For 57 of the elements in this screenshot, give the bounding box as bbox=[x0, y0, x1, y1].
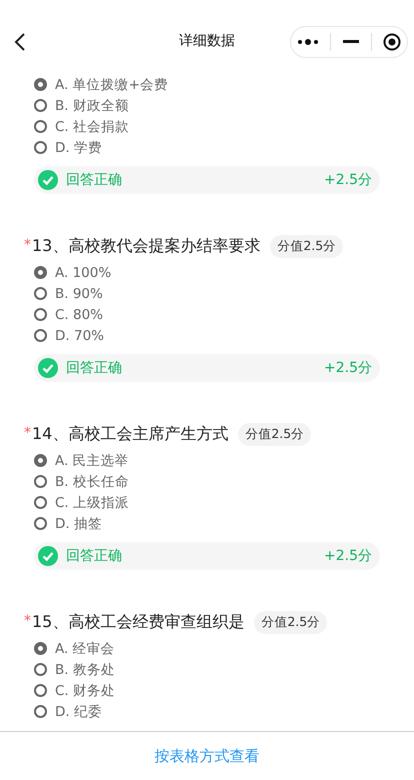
option-label: A. 民主选举 bbox=[55, 452, 129, 470]
radio-button[interactable] bbox=[34, 266, 47, 279]
option-label: D. 70% bbox=[55, 328, 104, 344]
result-points: +2.5分 bbox=[324, 547, 372, 565]
option-label: C. 上级指派 bbox=[55, 494, 130, 512]
option-label: D. 学费 bbox=[55, 138, 102, 156]
score-badge: 分值2.5分 bbox=[238, 422, 312, 446]
question-title: 15、高校工会经费审查组织是 bbox=[32, 612, 244, 632]
radio-button[interactable] bbox=[34, 141, 47, 154]
option-label: A. 100% bbox=[55, 264, 112, 280]
check-icon bbox=[38, 170, 58, 190]
minimize-icon[interactable] bbox=[342, 40, 359, 44]
option-label: C. 80% bbox=[55, 306, 104, 322]
radio-button[interactable] bbox=[34, 78, 47, 91]
radio-button[interactable] bbox=[34, 475, 47, 488]
required-mark: * bbox=[24, 613, 31, 629]
option-label: B. 90% bbox=[55, 286, 103, 302]
page-title: 详细数据 bbox=[179, 32, 235, 50]
capsule-menu[interactable] bbox=[290, 26, 408, 58]
radio-button[interactable] bbox=[34, 684, 47, 697]
radio-button[interactable] bbox=[34, 705, 47, 718]
required-mark: * bbox=[24, 425, 31, 441]
score-badge: 分值2.5分 bbox=[254, 610, 328, 634]
more-icon[interactable] bbox=[296, 38, 319, 46]
radio-button[interactable] bbox=[34, 642, 47, 655]
radio-button[interactable] bbox=[34, 99, 47, 112]
option-label: B. 财政全额 bbox=[55, 96, 129, 114]
result-text: 回答正确 bbox=[66, 547, 123, 565]
result-points: +2.5分 bbox=[324, 359, 372, 377]
result-text: 回答正确 bbox=[66, 359, 123, 377]
option-label: C. 财务处 bbox=[55, 682, 116, 700]
result-text: 回答正确 bbox=[66, 171, 123, 189]
table-view-link[interactable]: 按表格方式查看 bbox=[154, 746, 260, 766]
close-icon[interactable] bbox=[383, 33, 402, 51]
radio-button[interactable] bbox=[34, 287, 47, 300]
radio-button[interactable] bbox=[34, 308, 47, 321]
option-label: B. 教务处 bbox=[55, 660, 115, 678]
radio-button[interactable] bbox=[34, 454, 47, 467]
required-mark: * bbox=[24, 237, 31, 253]
option-label: D. 纪委 bbox=[55, 702, 102, 720]
back-icon[interactable] bbox=[14, 32, 26, 52]
score-badge: 分值2.5分 bbox=[270, 234, 344, 258]
radio-button[interactable] bbox=[34, 120, 47, 133]
question-title: 14、高校工会主席产生方式 bbox=[32, 424, 228, 444]
radio-button[interactable] bbox=[34, 517, 47, 530]
check-icon bbox=[38, 546, 58, 566]
option-label: D. 抽签 bbox=[55, 514, 102, 532]
radio-button[interactable] bbox=[34, 329, 47, 342]
result-points: +2.5分 bbox=[324, 171, 372, 189]
option-label: A. 单位拨缴+会费 bbox=[55, 76, 168, 94]
option-label: A. 经审会 bbox=[55, 640, 115, 658]
question-title: 13、高校教代会提案办结率要求 bbox=[32, 236, 260, 256]
radio-button[interactable] bbox=[34, 496, 47, 509]
check-icon bbox=[38, 358, 58, 378]
option-label: C. 社会捐款 bbox=[55, 118, 130, 136]
radio-button[interactable] bbox=[34, 663, 47, 676]
option-label: B. 校长任命 bbox=[55, 472, 129, 490]
